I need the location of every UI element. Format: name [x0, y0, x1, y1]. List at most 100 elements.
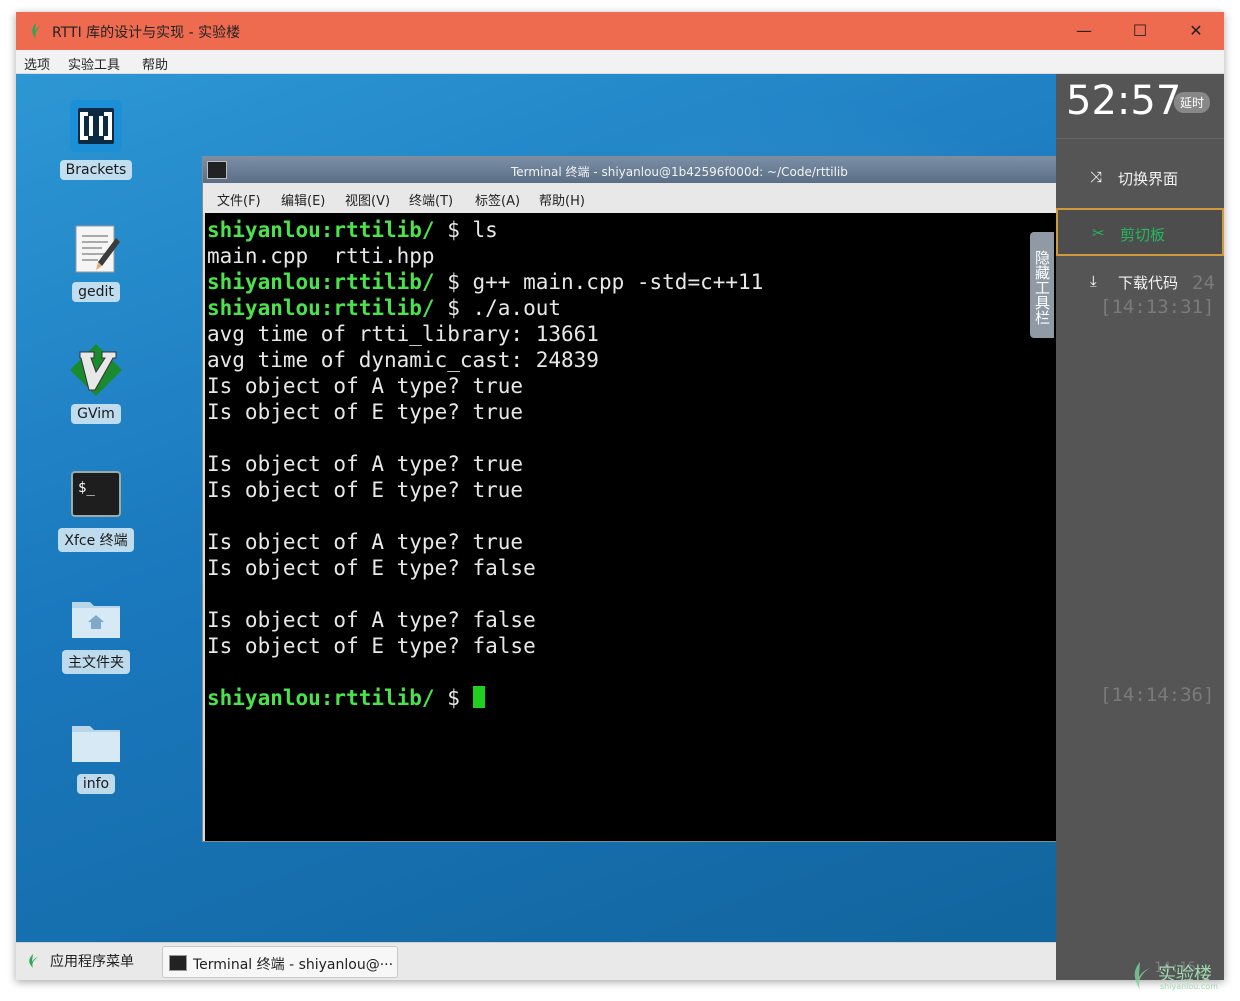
hide-toolbar-tab[interactable]: 隐藏工具栏 [1030, 232, 1054, 338]
terminal-line: avg time of rtti_library: 13661 [207, 321, 1056, 347]
home-folder-icon [68, 588, 124, 644]
desktop-icon-label: info [76, 774, 116, 794]
terminal-line: Is object of A type? true [207, 451, 1056, 477]
prompt-text: shiyanlou:rttilib/ [207, 686, 435, 710]
brand-url: shiyanlou.com [1160, 982, 1218, 991]
desktop-icon-label: gedit [72, 282, 120, 302]
prompt-text: shiyanlou:rttilib/ [207, 270, 435, 294]
terminal-text: Is object of E type? false [207, 634, 536, 658]
app-menu-label: 应用程序菜单 [50, 954, 134, 970]
background-timestamp: [14:13:31] [1100, 296, 1215, 318]
terminal-title: Terminal 终端 - shiyanlou@1b42596f000d: ~/… [511, 165, 848, 179]
terminal-menu-help[interactable]: 帮助(H) [539, 190, 585, 209]
terminal-line: Is object of A type? true [207, 373, 1056, 399]
terminal-menu-edit[interactable]: 编辑(E) [281, 190, 325, 209]
terminal-line: shiyanlou:rttilib/ $ g++ main.cpp -std=c… [207, 269, 1056, 295]
terminal-text: avg time of rtti_library: 13661 [207, 322, 599, 346]
desktop-icon-label: GVim [71, 404, 121, 424]
terminal-text: $ g++ main.cpp -std=c++11 [434, 270, 764, 294]
countdown-timer: 52:57 [1066, 78, 1182, 124]
terminal-line: Is object of E type? true [207, 477, 1056, 503]
terminal-menu-view[interactable]: 视图(V) [345, 190, 390, 209]
terminal-app-icon [207, 161, 227, 179]
desktop-icon-label: 主文件夹 [62, 650, 130, 674]
clipboard-button[interactable]: ✂ 剪切板 [1056, 208, 1224, 256]
terminal-text: Is object of E type? true [207, 478, 524, 502]
minimize-button[interactable]: — [1056, 12, 1112, 50]
extend-time-button[interactable]: 延时 [1174, 92, 1211, 113]
lab-side-panel: 52:57 延时 ⤨ 切换界面 ✂ 剪切板 ⤓ 下载代码 24 [14:13:3… [1056, 74, 1224, 980]
terminal-line: avg time of dynamic_cast: 24839 [207, 347, 1056, 373]
terminal-title-bar[interactable]: Terminal 终端 - shiyanlou@1b42596f000d: ~/… [203, 157, 1056, 183]
terminal-icon: $_ [68, 466, 124, 522]
remote-desktop[interactable]: Brackets gedit GVim $_ Xfce 终端 主文件夹 info… [16, 74, 1056, 942]
desktop-icon-info[interactable]: info [56, 712, 136, 794]
gvim-icon [68, 342, 124, 398]
menu-options[interactable]: 选项 [24, 54, 50, 73]
background-timestamp: [14:14:36] [1100, 684, 1215, 706]
desktop-icon-home-folder[interactable]: 主文件夹 [56, 588, 136, 674]
terminal-text: avg time of dynamic_cast: 24839 [207, 348, 599, 372]
switch-view-label: 切换界面 [1118, 170, 1179, 188]
terminal-line: Is object of E type? true [207, 399, 1056, 425]
background-text: 24 [1192, 272, 1215, 294]
terminal-prompt-line: shiyanlou:rttilib/ $ [207, 685, 1056, 711]
terminal-text: Is object of A type? true [207, 530, 524, 554]
terminal-line: shiyanlou:rttilib/ $ ls [207, 217, 1056, 243]
download-code-label: 下载代码 [1118, 274, 1179, 292]
terminal-menu-tabs[interactable]: 标签(A) [475, 190, 520, 209]
desktop-icon-brackets[interactable]: Brackets [56, 98, 136, 180]
terminal-text: Is object of A type? false [207, 608, 536, 632]
taskbar-terminal-task[interactable]: Terminal 终端 - shiyanlou@··· [162, 946, 398, 978]
menu-lab-tools[interactable]: 实验工具 [68, 54, 120, 73]
maximize-button[interactable]: ☐ [1112, 12, 1168, 50]
app-window: RTTI 库的设计与实现 - 实验楼 — ☐ ✕ 选项 实验工具 帮助 Brac… [16, 12, 1224, 980]
desktop-icon-gvim[interactable]: GVim [56, 342, 136, 424]
window-title: RTTI 库的设计与实现 - 实验楼 [52, 25, 241, 41]
gedit-icon [68, 220, 124, 276]
svg-text:$_: $_ [78, 480, 95, 496]
terminal-line: Is object of A type? true [207, 529, 1056, 555]
terminal-output[interactable]: shiyanlou:rttilib/ $ ls main.cpp rtti.hpp… [205, 213, 1056, 841]
menu-bar: 选项 实验工具 帮助 [16, 50, 1224, 74]
desktop-icon-label: Xfce 终端 [58, 528, 134, 552]
taskbar: 应用程序菜单 Terminal 终端 - shiyanlou@··· [16, 942, 1056, 980]
app-menu-button[interactable]: 应用程序菜单 [26, 951, 134, 971]
terminal-menu-bar: 文件(F) 编辑(E) 视图(V) 终端(T) 标签(A) 帮助(H) [203, 183, 1056, 213]
terminal-window[interactable]: Terminal 终端 - shiyanlou@1b42596f000d: ~/… [202, 156, 1056, 842]
menu-help[interactable]: 帮助 [142, 54, 168, 73]
prompt-suffix: $ [434, 686, 473, 710]
switch-view-button[interactable]: ⤨ 切换界面 [1056, 154, 1224, 202]
clipboard-label: 剪切板 [1120, 226, 1166, 244]
terminal-text: Is object of E type? true [207, 400, 524, 424]
brackets-icon [68, 98, 124, 154]
terminal-text: $ ls [434, 218, 498, 242]
terminal-line: Is object of E type? false [207, 633, 1056, 659]
terminal-cursor [472, 686, 485, 708]
shiyanlou-brand-logo: 实验楼 shiyanlou.com [1130, 960, 1230, 992]
folder-icon [68, 712, 124, 768]
terminal-line: shiyanlou:rttilib/ $ ./a.out [207, 295, 1056, 321]
desktop-icon-label: Brackets [59, 160, 133, 180]
terminal-text: Is object of A type? true [207, 452, 524, 476]
leaf-icon [29, 954, 38, 968]
desktop-icon-gedit[interactable]: gedit [56, 220, 136, 302]
prompt-text: shiyanlou:rttilib/ [207, 218, 435, 242]
prompt-text: shiyanlou:rttilib/ [207, 296, 435, 320]
desktop-icon-xfce-terminal[interactable]: $_ Xfce 终端 [56, 466, 136, 552]
terminal-text: main.cpp rtti.hpp [207, 244, 435, 268]
shuffle-icon: ⤨ [1090, 168, 1103, 186]
terminal-icon [169, 955, 187, 971]
taskbar-task-label: Terminal 终端 - shiyanlou@··· [193, 957, 394, 973]
shiyanlou-logo-icon [32, 23, 41, 39]
title-bar: RTTI 库的设计与实现 - 实验楼 — ☐ ✕ [16, 12, 1224, 50]
terminal-menu-file[interactable]: 文件(F) [217, 190, 261, 209]
close-button[interactable]: ✕ [1168, 12, 1224, 50]
terminal-menu-terminal[interactable]: 终端(T) [409, 190, 453, 209]
scissors-icon: ✂ [1092, 224, 1105, 242]
terminal-line: Is object of A type? false [207, 607, 1056, 633]
download-icon: ⤓ [1090, 272, 1097, 290]
